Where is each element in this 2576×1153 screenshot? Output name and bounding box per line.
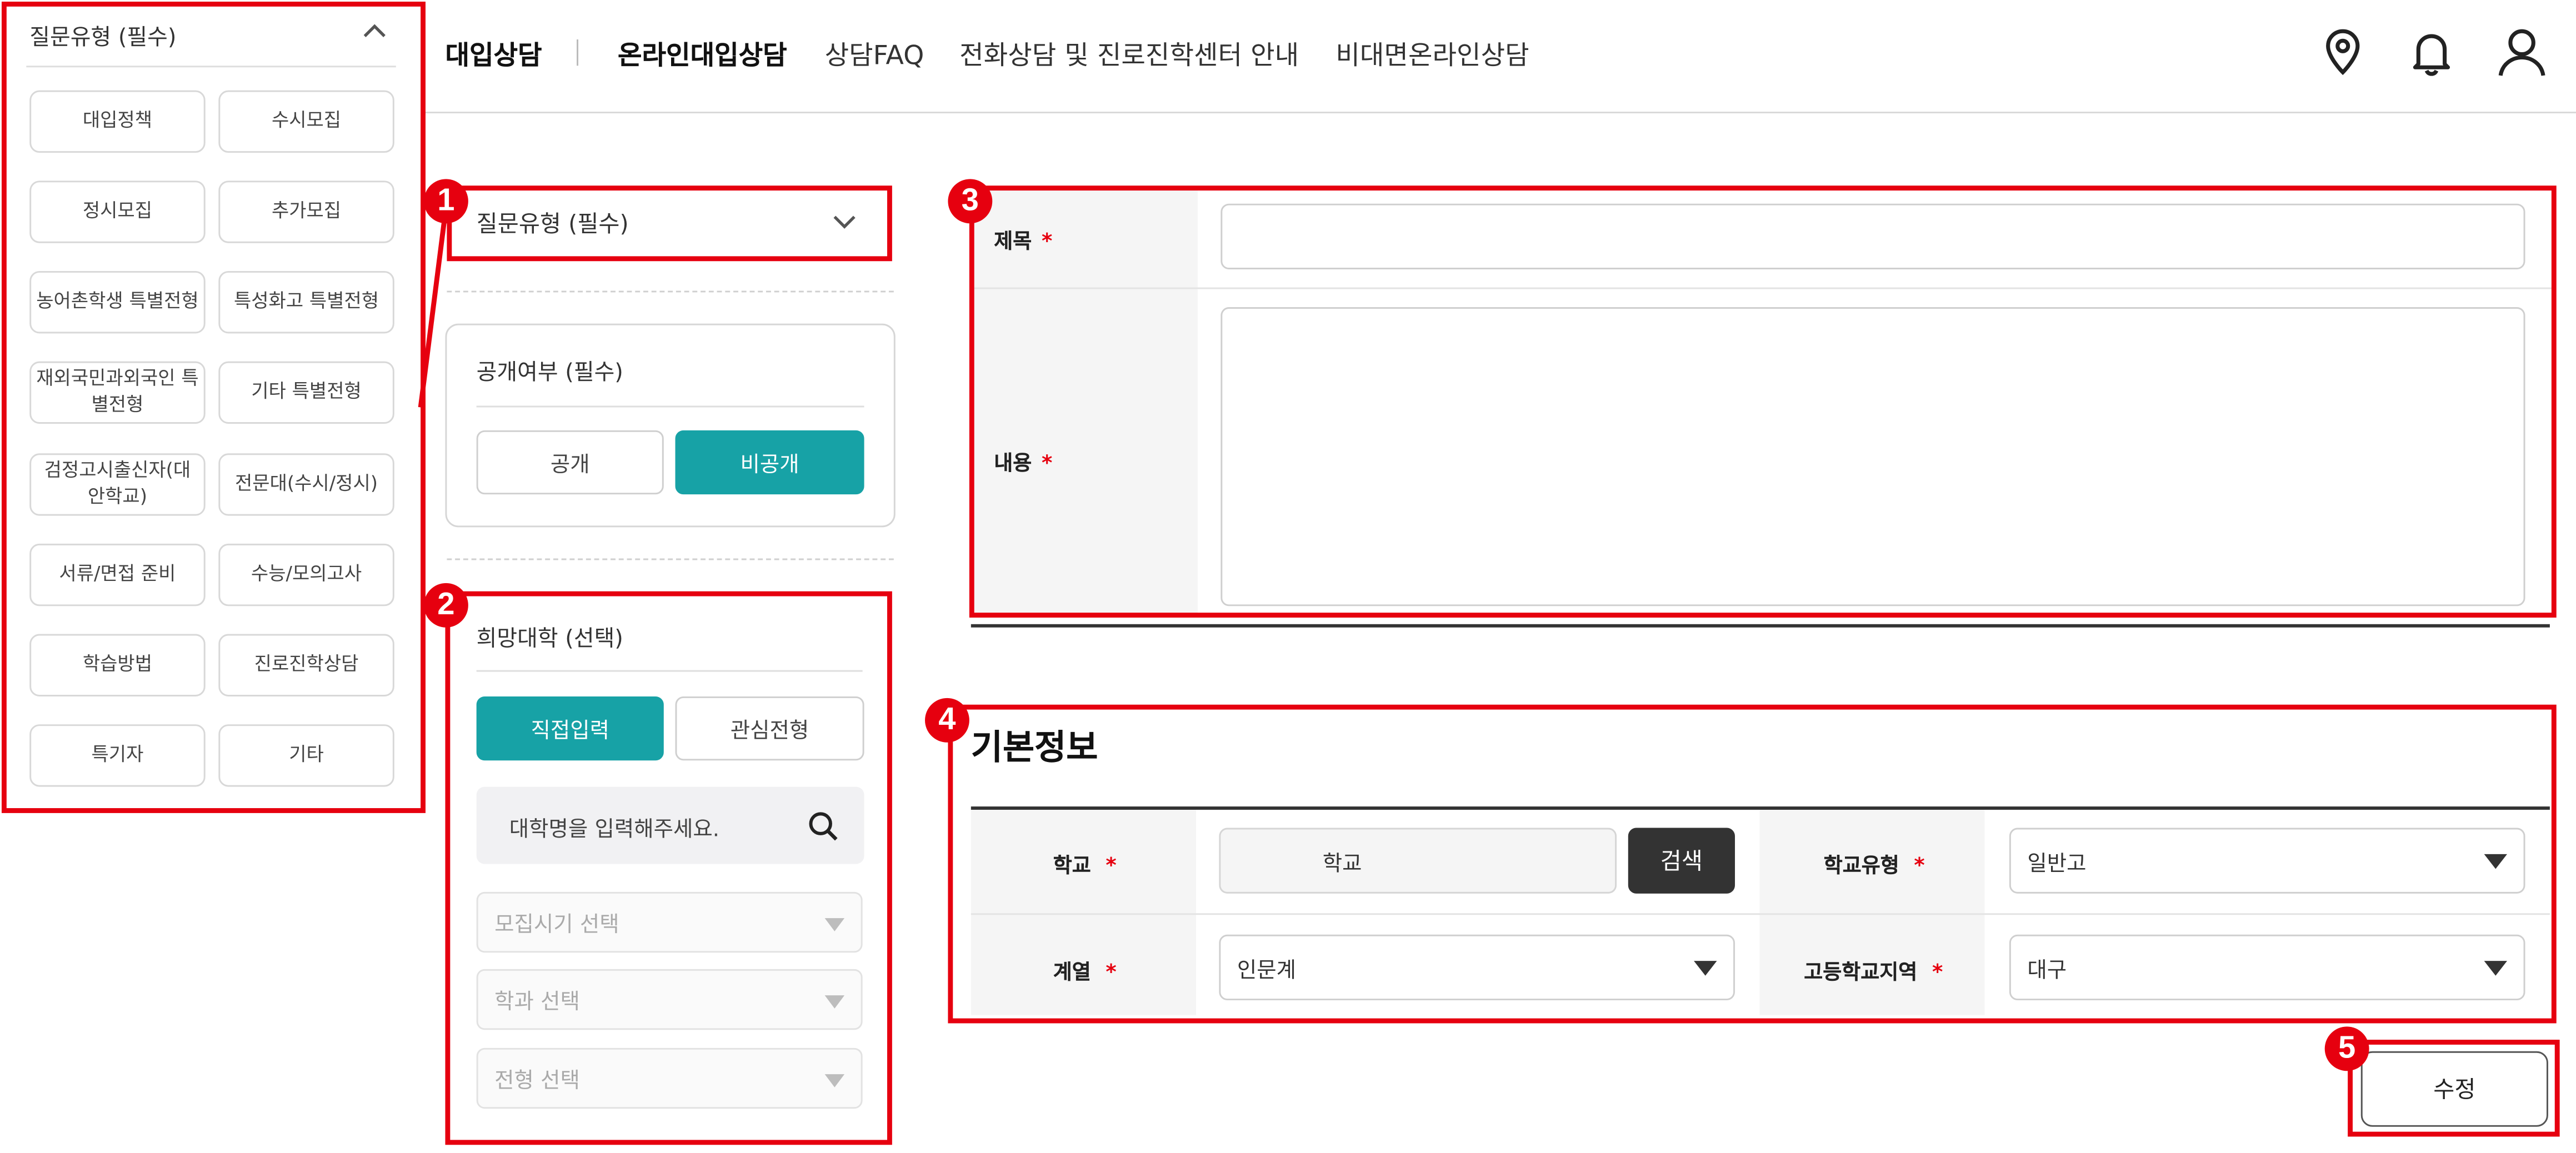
- nav-faq[interactable]: 상담FAQ: [825, 33, 924, 72]
- annotation-box-2: [445, 591, 892, 1145]
- private-button[interactable]: 비공개: [675, 430, 864, 495]
- annotation-box-1: [447, 186, 892, 262]
- annotation-badge-1: 1: [424, 179, 468, 224]
- bell-icon[interactable]: [2405, 26, 2458, 79]
- nav-admission-consult[interactable]: 대입상담: [445, 33, 542, 72]
- annotation-badge-3: 3: [948, 179, 993, 224]
- page-root: 대입상담 온라인대입상담 상담FAQ 전화상담 및 진로진학센터 안내 비대면온…: [0, 0, 2576, 1153]
- nav-online-consult[interactable]: 온라인대입상담: [618, 33, 787, 72]
- annotation-badge-2: 2: [424, 583, 468, 628]
- annotation-badge-5: 5: [2324, 1026, 2369, 1071]
- form-bottom-rule: [971, 624, 2550, 628]
- dashed-divider: [447, 290, 894, 293]
- visibility-divider: [476, 405, 864, 408]
- annotation-box-3: [969, 186, 2557, 618]
- annotation-box-dropdown: [1, 1, 426, 813]
- annotation-box-5: [2348, 1040, 2560, 1137]
- visibility-section: 공개여부 (필수) 공개 비공개: [445, 323, 896, 528]
- nav-phone-consult[interactable]: 전화상담 및 진로진학센터 안내: [959, 33, 1299, 72]
- annotation-connector: [418, 200, 449, 408]
- nav-separator: [577, 39, 579, 66]
- visibility-title: 공개여부 (필수): [476, 359, 623, 386]
- annotation-badge-4: 4: [925, 698, 969, 743]
- location-pin-icon[interactable]: [2317, 26, 2369, 79]
- header-divider: [424, 112, 2576, 114]
- nav-contactless-consult[interactable]: 비대면온라인상담: [1335, 33, 1529, 72]
- annotation-box-4: [948, 704, 2557, 1024]
- public-button[interactable]: 공개: [476, 430, 664, 495]
- dashed-divider-2: [447, 558, 894, 560]
- user-icon[interactable]: [2494, 24, 2550, 81]
